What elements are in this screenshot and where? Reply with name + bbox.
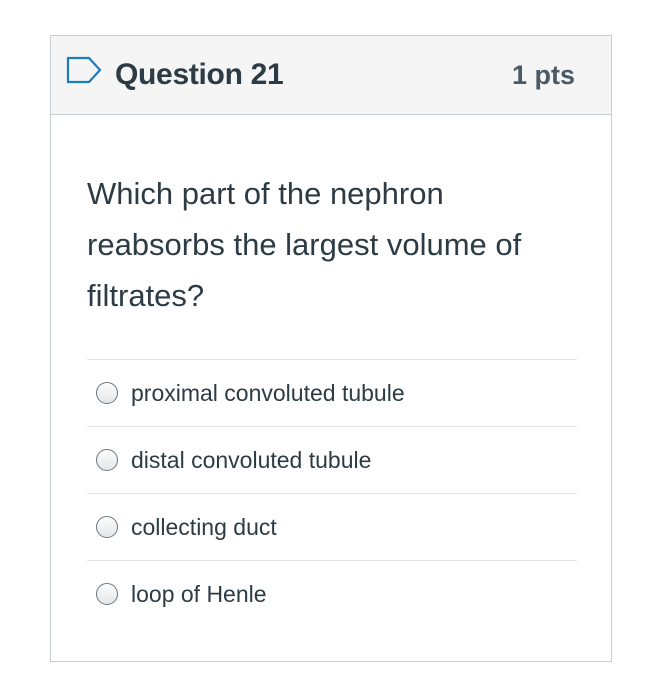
radio-button[interactable] <box>96 382 118 404</box>
radio-button[interactable] <box>96 516 118 538</box>
radio-button[interactable] <box>96 449 118 471</box>
answer-label: loop of Henle <box>131 580 267 607</box>
radio-button[interactable] <box>96 583 118 605</box>
answer-label: proximal convoluted tubule <box>131 379 405 406</box>
question-title: Question 21 <box>115 58 284 91</box>
answer-option[interactable]: loop of Henle <box>87 560 577 627</box>
question-text: Which part of the nephron reabsorbs the … <box>87 176 522 313</box>
answer-list: proximal convoluted tubule distal convol… <box>87 359 577 627</box>
question-header: Question 21 1 pts <box>51 36 611 115</box>
answer-option[interactable]: distal convoluted tubule <box>87 426 577 493</box>
answer-label: distal convoluted tubule <box>131 446 372 473</box>
flag-icon[interactable] <box>65 55 105 85</box>
question-card: Question 21 1 pts Which part of the neph… <box>50 35 612 662</box>
question-points: 1 pts <box>511 60 575 90</box>
answer-option[interactable]: proximal convoluted tubule <box>87 359 577 426</box>
answer-label: collecting duct <box>131 513 277 540</box>
answer-option[interactable]: collecting duct <box>87 493 577 560</box>
